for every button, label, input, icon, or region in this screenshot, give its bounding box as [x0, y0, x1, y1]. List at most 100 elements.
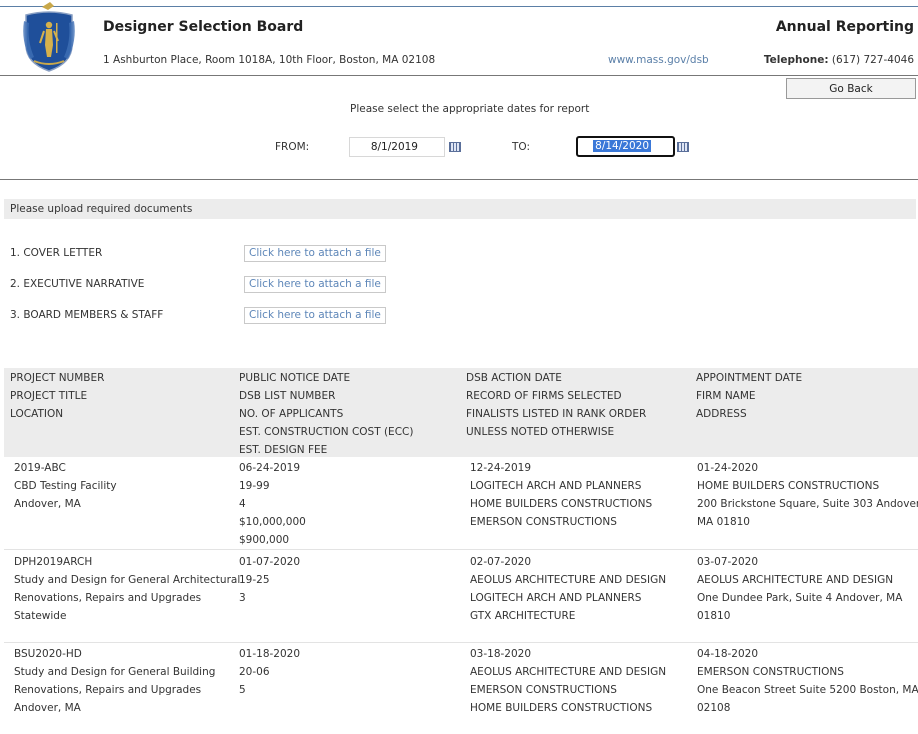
table-cell: 02-07-2020 AEOLUS ARCHITECTURE AND DESIG… [470, 553, 666, 625]
firm-selected: EMERSON CONSTRUCTIONS [470, 684, 617, 696]
project-title: Renovations, Repairs and Upgrades [14, 684, 202, 696]
firm-selected: AEOLUS ARCHITECTURE AND DESIGN [470, 574, 667, 586]
header-cell: FIRM NAME [696, 390, 756, 402]
org-url-link[interactable]: www.mass.gov/dsb [608, 54, 709, 66]
from-label: FROM: [275, 141, 310, 153]
header-cell: LOCATION [10, 408, 64, 420]
table-header-col2: PUBLIC NOTICE DATE DSB LIST NUMBER NO. O… [239, 369, 413, 459]
row-divider [4, 642, 918, 643]
project-location: Andover, MA [14, 702, 81, 714]
firm-address: 01810 [697, 610, 731, 622]
firm-address: One Beacon Street Suite 5200 Boston, MA [697, 684, 918, 696]
header-cell: EST. DESIGN FEE [239, 444, 328, 456]
telephone-label: Telephone: [763, 54, 829, 66]
from-date-input[interactable]: 8/1/2019 [349, 137, 445, 157]
telephone-number: (617) 727-4046 [831, 54, 914, 66]
dsb-list-number: 19-99 [239, 480, 270, 492]
table-cell: 12-24-2019 LOGITECH ARCH AND PLANNERS HO… [470, 459, 652, 531]
public-notice-date: 06-24-2019 [239, 462, 301, 474]
firm-selected: GTX ARCHITECTURE [470, 610, 576, 622]
header-rule [0, 75, 918, 76]
project-number: DPH2019ARCH [14, 556, 93, 568]
document-label-executive-narrative: 2. EXECUTIVE NARRATIVE [10, 278, 145, 290]
firm-selected: HOME BUILDERS CONSTRUCTIONS [470, 702, 653, 714]
header-cell: DSB LIST NUMBER [239, 390, 336, 402]
est-construction-cost: $10,000,000 [239, 516, 306, 528]
appointment-date: 01-24-2020 [697, 462, 759, 474]
table-row: 2019-ABC CBD Testing Facility Andover, M… [14, 459, 117, 513]
table-cell: 01-07-2020 19-25 3 [239, 553, 300, 607]
go-back-button[interactable]: Go Back [786, 78, 916, 99]
firm-address: 200 Brickstone Square, Suite 303 Andover… [697, 498, 918, 510]
dsb-action-date: 03-18-2020 [470, 648, 532, 660]
header-cell: PROJECT TITLE [10, 390, 88, 402]
table-cell: 06-24-2019 19-99 4 $10,000,000 $900,000 [239, 459, 306, 549]
massachusetts-seal-icon [23, 2, 75, 72]
firm-address: 02108 [697, 702, 731, 714]
firm-selected: AEOLUS ARCHITECTURE AND DESIGN [470, 666, 667, 678]
firm-address: One Dundee Park, Suite 4 Andover, MA [697, 592, 903, 604]
firm-name: AEOLUS ARCHITECTURE AND DESIGN [697, 574, 894, 586]
project-title: CBD Testing Facility [14, 480, 117, 492]
header-cell: FINALISTS LISTED IN RANK ORDER [466, 408, 647, 420]
no-of-applicants: 5 [239, 684, 246, 696]
document-label-cover-letter: 1. COVER LETTER [10, 247, 103, 259]
firm-name: EMERSON CONSTRUCTIONS [697, 666, 844, 678]
firm-selected: HOME BUILDERS CONSTRUCTIONS [470, 498, 653, 510]
header-cell: APPOINTMENT DATE [696, 372, 803, 384]
project-title: Study and Design for General Building [14, 666, 216, 678]
firm-address: MA 01810 [697, 516, 750, 528]
table-row: DPH2019ARCH Study and Design for General… [14, 553, 240, 625]
header-cell: PUBLIC NOTICE DATE [239, 372, 351, 384]
document-label-board-members: 3. BOARD MEMBERS & STAFF [10, 309, 164, 321]
calendar-icon[interactable] [449, 142, 461, 152]
table-cell: 04-18-2020 EMERSON CONSTRUCTIONS One Bea… [697, 645, 918, 717]
row-divider [4, 549, 918, 550]
project-location: Statewide [14, 610, 67, 622]
firm-selected: LOGITECH ARCH AND PLANNERS [470, 592, 642, 604]
telephone: Telephone: (617) 727-4046 [764, 54, 914, 66]
org-name: Designer Selection Board [103, 19, 304, 35]
no-of-applicants: 3 [239, 592, 246, 604]
attach-file-link-cover-letter[interactable]: Click here to attach a file [244, 245, 386, 262]
table-header-col4: APPOINTMENT DATE FIRM NAME ADDRESS [696, 369, 802, 423]
org-address: 1 Ashburton Place, Room 1018A, 10th Floo… [103, 54, 436, 66]
table-cell: 03-07-2020 AEOLUS ARCHITECTURE AND DESIG… [697, 553, 902, 625]
table-header-col3: DSB ACTION DATE RECORD OF FIRMS SELECTED… [466, 369, 646, 441]
header-cell: RECORD OF FIRMS SELECTED [466, 390, 622, 402]
appointment-date: 03-07-2020 [697, 556, 759, 568]
to-date-value: 8/14/2020 [593, 140, 651, 152]
report-title: Annual Reporting [775, 19, 914, 35]
to-date-input[interactable]: 8/14/2020 [576, 136, 675, 157]
table-cell: 03-18-2020 AEOLUS ARCHITECTURE AND DESIG… [470, 645, 666, 717]
project-title: Study and Design for General Architectur… [14, 574, 241, 586]
project-number: BSU2020-HD [14, 648, 82, 660]
attach-file-link-executive-narrative[interactable]: Click here to attach a file [244, 276, 386, 293]
no-of-applicants: 4 [239, 498, 246, 510]
to-label: TO: [512, 141, 531, 153]
table-cell: 01-24-2020 HOME BUILDERS CONSTRUCTIONS 2… [697, 459, 918, 531]
public-notice-date: 01-07-2020 [239, 556, 301, 568]
upload-heading: Please upload required documents [10, 203, 193, 215]
dsb-list-number: 20-06 [239, 666, 270, 678]
dsb-action-date: 12-24-2019 [470, 462, 532, 474]
dsb-action-date: 02-07-2020 [470, 556, 532, 568]
header-cell: ADDRESS [696, 408, 747, 420]
header-cell: UNLESS NOTED OTHERWISE [466, 426, 615, 438]
appointment-date: 04-18-2020 [697, 648, 759, 660]
firm-selected: EMERSON CONSTRUCTIONS [470, 516, 617, 528]
table-cell: 01-18-2020 20-06 5 [239, 645, 300, 699]
firm-name: HOME BUILDERS CONSTRUCTIONS [697, 480, 880, 492]
public-notice-date: 01-18-2020 [239, 648, 301, 660]
calendar-icon[interactable] [677, 142, 689, 152]
attach-file-link-board-members[interactable]: Click here to attach a file [244, 307, 386, 324]
project-title: Renovations, Repairs and Upgrades [14, 592, 202, 604]
date-prompt: Please select the appropriate dates for … [350, 103, 590, 115]
header-cell: DSB ACTION DATE [466, 372, 562, 384]
form-rule [0, 179, 918, 180]
project-location: Andover, MA [14, 498, 81, 510]
header-cell: NO. OF APPLICANTS [239, 408, 344, 420]
header-cell: PROJECT NUMBER [10, 372, 105, 384]
table-row: BSU2020-HD Study and Design for General … [14, 645, 215, 717]
header-top-rule [0, 6, 918, 7]
